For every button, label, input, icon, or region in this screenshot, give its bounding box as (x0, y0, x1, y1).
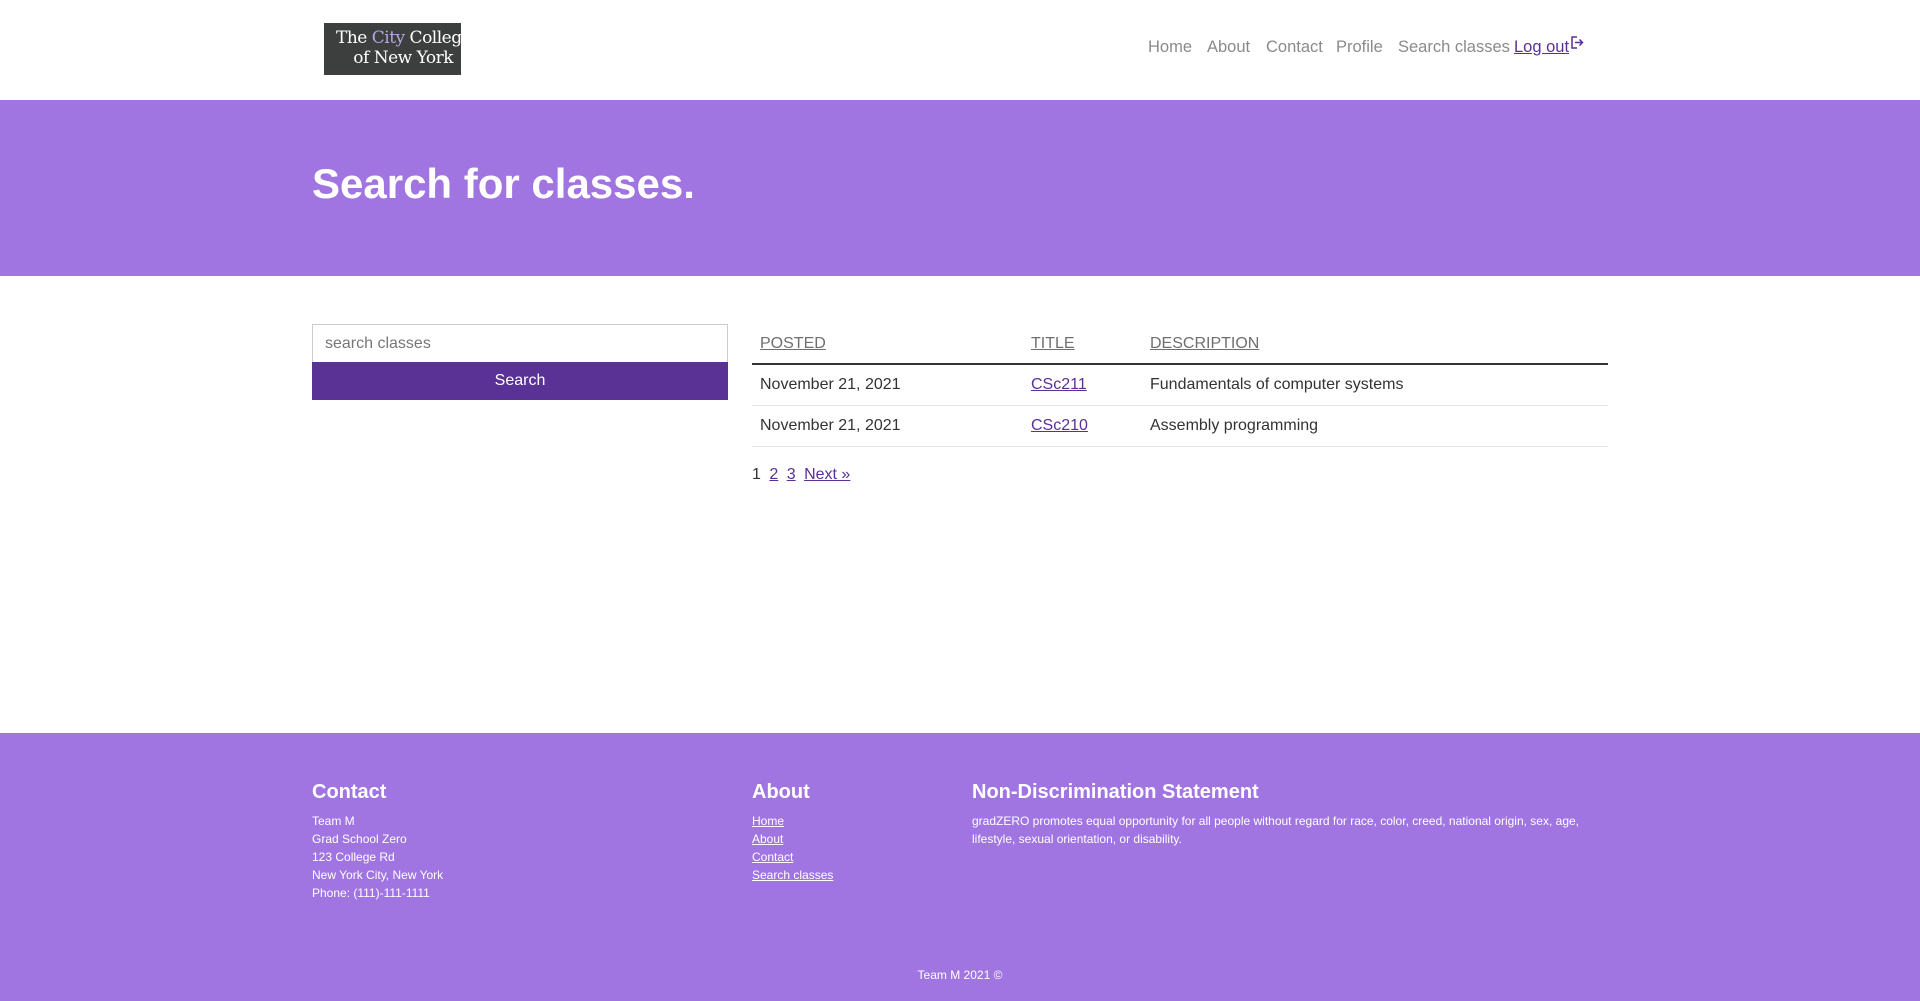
cell-description: Assembly programming (1150, 417, 1319, 434)
table-row: November 21, 2021 CSc210 Assembly progra… (752, 406, 1608, 447)
footer-non-discrimination: Non-Discrimination Statement gradZERO pr… (972, 781, 1612, 848)
cell-title-link[interactable]: CSc211 (1031, 376, 1087, 394)
nav-profile[interactable]: Profile (1336, 38, 1383, 57)
nav-home[interactable]: Home (1148, 38, 1192, 57)
cell-posted: November 21, 2021 (760, 376, 901, 393)
column-title[interactable]: TITLE (1031, 335, 1075, 353)
nav-search-classes[interactable]: Search classes (1398, 38, 1510, 57)
copyright: Team M 2021 © (917, 968, 1003, 982)
footer-statement-text: gradZERO promotes equal opportunity for … (972, 814, 1580, 846)
search-input[interactable] (312, 324, 728, 362)
footer-contact-heading: Contact (312, 781, 387, 803)
cell-description: Fundamentals of computer systems (1150, 376, 1404, 393)
footer-statement-heading: Non-Discrimination Statement (972, 781, 1259, 803)
page-current: 1 (752, 466, 761, 483)
contact-line: Grad School Zero (312, 832, 407, 846)
hero-banner: Search for classes. (0, 100, 1920, 276)
table-header: POSTED TITLE DESCRIPTION (752, 326, 1608, 365)
logout-label: Log out (1514, 38, 1570, 56)
table-row: November 21, 2021 CSc211 Fundamentals of… (752, 365, 1608, 406)
search-button[interactable]: Search (312, 362, 728, 400)
footer-link-contact[interactable]: Contact (752, 848, 833, 866)
footer-link-home[interactable]: Home (752, 812, 833, 830)
nav-logout[interactable]: Log out (1514, 36, 1585, 57)
footer-link-search-classes[interactable]: Search classes (752, 866, 833, 884)
footer-link-about[interactable]: About (752, 830, 833, 848)
footer-about-heading: About (752, 781, 810, 803)
navbar: The City College of New York Home About … (0, 0, 1920, 100)
cell-posted: November 21, 2021 (760, 417, 901, 434)
pagination: 1 2 3 Next » (752, 466, 850, 484)
classes-table: POSTED TITLE DESCRIPTION November 21, 20… (752, 326, 1608, 447)
nav-about[interactable]: About (1207, 38, 1250, 57)
column-posted[interactable]: POSTED (760, 335, 826, 353)
next-page-link[interactable]: Next » (804, 466, 850, 483)
contact-line: 123 College Rd (312, 850, 395, 864)
contact-line: New York City, New York (312, 868, 444, 882)
contact-line: Phone: (111)-111-1111 (312, 886, 430, 900)
page-link-2[interactable]: 2 (769, 466, 778, 483)
footer-about: About Home About Contact Search classes (752, 781, 833, 884)
contact-line: Team M (312, 814, 355, 828)
cell-title-link[interactable]: CSc210 (1031, 417, 1088, 435)
nav-contact[interactable]: Contact (1266, 38, 1323, 57)
logout-icon (1571, 36, 1585, 52)
footer: Contact Team M Grad School Zero 123 Coll… (0, 733, 1920, 1001)
column-description[interactable]: DESCRIPTION (1150, 335, 1259, 353)
main-nav: Home About Contact Profile Search classe… (0, 36, 1920, 62)
footer-contact: Contact Team M Grad School Zero 123 Coll… (312, 781, 443, 902)
page-title: Search for classes. (312, 160, 695, 207)
page-link-3[interactable]: 3 (787, 466, 796, 483)
